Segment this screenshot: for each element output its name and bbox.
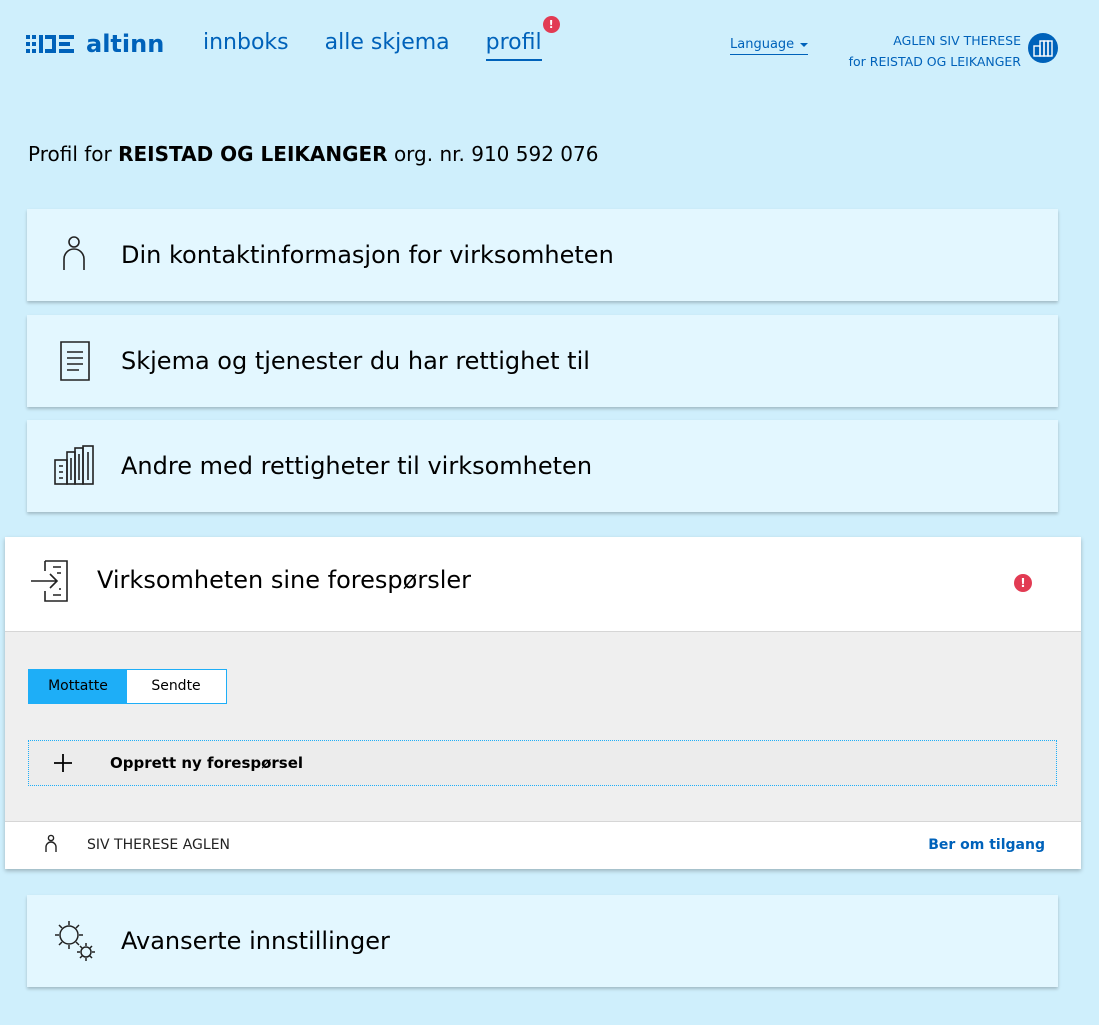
requests-tab-toggle: Mottatte Sendte bbox=[28, 669, 227, 704]
requests-panel: Virksomheten sine forespørsler ! Mottatt… bbox=[5, 537, 1081, 869]
user-name: AGLEN SIV THERESE bbox=[893, 33, 1021, 48]
org-name: REISTAD OG LEIKANGER bbox=[118, 142, 388, 166]
person-icon bbox=[63, 236, 85, 270]
org-number: org. nr. 910 592 076 bbox=[393, 142, 599, 166]
alert-badge: ! bbox=[1014, 574, 1032, 592]
user-org: for REISTAD OG LEIKANGER bbox=[848, 54, 1021, 69]
tab-received[interactable]: Mottatte bbox=[29, 670, 127, 703]
document-icon bbox=[60, 341, 90, 381]
buildings-icon bbox=[54, 445, 94, 485]
card-label: Andre med rettigheter til virksomheten bbox=[121, 452, 593, 480]
card-label: Skjema og tjenester du har rettighet til bbox=[121, 347, 590, 375]
nav-innboks[interactable]: innboks bbox=[203, 30, 289, 61]
request-row: SIV THERESE AGLEN Ber om tilgang bbox=[5, 821, 1081, 870]
gears-icon bbox=[55, 921, 95, 961]
sign-in-icon bbox=[31, 560, 68, 602]
person-icon bbox=[45, 834, 57, 852]
requests-panel-body: Mottatte Sendte Opprett ny forespørsel bbox=[5, 631, 1081, 822]
create-request-label: Opprett ny forespørsel bbox=[110, 754, 304, 772]
nav-profil[interactable]: profil ! bbox=[485, 16, 560, 61]
card-contact-info[interactable]: Din kontaktinformasjon for virksomheten bbox=[27, 209, 1058, 301]
logo-text: altinn bbox=[86, 30, 165, 58]
nav-alle-skjema[interactable]: alle skjema bbox=[325, 30, 450, 61]
card-forms-services[interactable]: Skjema og tjenester du har rettighet til bbox=[27, 315, 1058, 407]
user-menu[interactable]: AGLEN SIV THERESE for REISTAD OG LEIKANG… bbox=[849, 30, 1021, 72]
requests-panel-title: Virksomheten sine forespørsler bbox=[97, 566, 471, 594]
org-avatar-icon[interactable] bbox=[1028, 33, 1058, 63]
page-title-prefix: Profil for bbox=[28, 142, 112, 166]
site-header: altinn innboks alle skjema profil ! Lang… bbox=[0, 0, 1099, 100]
requests-panel-header[interactable]: Virksomheten sine forespørsler ! bbox=[5, 537, 1081, 629]
caret-down-icon bbox=[800, 42, 809, 47]
language-label: Language bbox=[730, 37, 795, 52]
page-title: Profil for REISTAD OG LEIKANGER org. nr.… bbox=[28, 142, 598, 166]
request-person-name: SIV THERESE AGLEN bbox=[87, 837, 231, 853]
main-nav: innboks alle skjema profil ! bbox=[203, 16, 560, 61]
altinn-logo-icon bbox=[26, 33, 78, 55]
create-request-button[interactable]: Opprett ny forespørsel bbox=[28, 740, 1057, 786]
plus-icon bbox=[54, 754, 72, 772]
card-label: Din kontaktinformasjon for virksomheten bbox=[121, 241, 614, 269]
alert-badge: ! bbox=[542, 16, 560, 33]
card-others-rights[interactable]: Andre med rettigheter til virksomheten bbox=[27, 420, 1058, 512]
card-label: Avanserte innstillinger bbox=[121, 927, 390, 955]
tab-sent[interactable]: Sendte bbox=[127, 670, 225, 703]
altinn-logo[interactable]: altinn bbox=[26, 30, 164, 58]
request-access-link[interactable]: Ber om tilgang bbox=[928, 837, 1045, 853]
card-advanced-settings[interactable]: Avanserte innstillinger bbox=[27, 895, 1058, 987]
nav-profil-label: profil bbox=[485, 30, 542, 55]
language-dropdown[interactable]: Language bbox=[730, 37, 809, 55]
